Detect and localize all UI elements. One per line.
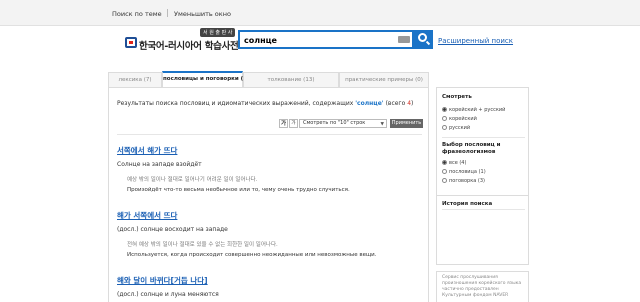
list-item: 해와 달이 바뀌다[거듭 나다] (досл.) солнце и луна м… (117, 275, 422, 298)
filter-option-label: все (4) (449, 160, 467, 166)
tab-examples[interactable]: практические примеры (0) (339, 72, 429, 87)
summary-query: 'солнце' (355, 100, 384, 107)
logo-name: 한국어-러시아어 학습사전 (139, 41, 239, 52)
view-options-title: Смотреть (442, 94, 472, 100)
search-icon-handle (425, 40, 431, 46)
tab-proverbs[interactable]: пословицы и поговорки (4) (162, 71, 250, 87)
view-option-label: корейский (449, 116, 477, 122)
view-option-label: корейский + русский (449, 107, 506, 113)
advanced-search-link[interactable]: Расширенный поиск (438, 37, 513, 45)
filter-option-label: пословица (1) (449, 169, 486, 175)
filter-option-label: поговорка (3) (449, 178, 485, 184)
radio-button[interactable] (442, 178, 447, 183)
search-button[interactable] (414, 30, 433, 49)
entry-example-korean: 예상 밖의 일이나 절대로 일어나기 어려운 일이 일어나다. (127, 177, 258, 183)
radio-button[interactable] (442, 160, 447, 165)
sidebar-divider (442, 209, 525, 210)
entry-meaning: (досл.) солнце и луна меняются (117, 291, 219, 298)
search-input[interactable] (244, 34, 394, 46)
entry-example-russian: Произойдёт что-то весьма необычное или т… (127, 187, 350, 193)
rows-per-page-select[interactable]: Смотреть по "10" строк ▼ (299, 119, 387, 128)
search-history-panel: История поиска (436, 195, 529, 265)
chevron-down-icon: ▼ (380, 122, 384, 127)
entry-example-russian: Используется, когда происходит совершенн… (127, 252, 377, 258)
filter-option-all[interactable]: все (4) (442, 160, 466, 166)
font-size-large-button[interactable]: 가 (279, 119, 288, 128)
entry-example-korean: 전혀 예상 밖의 일이나 절대로 있을 수 없는 희한한 일이 일어나다. (127, 242, 278, 248)
list-item: 해가 서쪽에서 뜨다 (досл.) солнце восходит на за… (117, 210, 422, 258)
summary-count-close: ) (411, 100, 414, 107)
radio-button[interactable] (442, 116, 447, 121)
top-bar: Поиск по теме Уменьшить окно (0, 0, 640, 26)
view-option-ko-ru[interactable]: корейский + русский (442, 107, 505, 113)
logo-icon (125, 37, 137, 48)
view-option-ko[interactable]: корейский (442, 116, 477, 122)
entry-headword[interactable]: 해와 달이 바뀌다[거듭 나다] (117, 275, 422, 286)
keyboard-icon[interactable] (398, 36, 410, 43)
apply-button[interactable]: Применить (390, 119, 423, 128)
summary-text: Результаты поиска пословиц и идиоматичес… (117, 100, 354, 107)
view-option-ru[interactable]: русский (442, 125, 470, 131)
search-by-theme-link[interactable]: Поиск по теме (112, 10, 162, 18)
entry-headword[interactable]: 해가 서쪽에서 뜨다 (117, 210, 422, 221)
dictionary-logo[interactable]: 서 원 출 판 사 한국어-러시아어 학습사전 (120, 28, 239, 56)
shrink-window-link[interactable]: Уменьшить окно (174, 10, 231, 18)
tab-definitions[interactable]: толкование (13) (243, 72, 339, 87)
tab-vocabulary[interactable]: лексика (7) (108, 72, 162, 87)
entry-meaning: Солнце на западе взойдёт (117, 161, 202, 168)
list-item: 서쪽에서 해가 뜨다 Солнце на западе взойдёт 예상 밖… (117, 145, 422, 193)
summary-count-label: (всего (385, 100, 406, 107)
result-tabs: лексика (7) пословицы и поговорки (4) то… (108, 71, 429, 87)
result-summary: Результаты поиска пословиц и идиоматичес… (117, 100, 413, 107)
results-panel: Результаты поиска пословиц и идиоматичес… (108, 87, 429, 302)
radio-button[interactable] (442, 169, 447, 174)
results-divider (117, 134, 422, 135)
service-note: Сервис прослушивания произношения корейс… (442, 275, 522, 298)
logo-tagline: 서 원 출 판 사 (200, 28, 236, 37)
font-size-small-button[interactable]: 가 (289, 119, 298, 128)
service-note-panel: Сервис прослушивания произношения корейс… (436, 271, 529, 302)
sidebar-divider (442, 137, 525, 138)
filter-option-proverb[interactable]: пословица (1) (442, 169, 486, 175)
entry-headword[interactable]: 서쪽에서 해가 뜨다 (117, 145, 422, 156)
top-bar-divider (167, 9, 168, 17)
entry-meaning: (досл.) солнце восходит на западе (117, 226, 228, 233)
choose-title: Выбор пословиц и фразеологизмов (442, 142, 501, 155)
view-tools: 가 가 Смотреть по "10" строк ▼ Применить (279, 119, 425, 131)
search-box (238, 30, 414, 49)
radio-button[interactable] (442, 125, 447, 130)
filter-option-saying[interactable]: поговорка (3) (442, 178, 485, 184)
radio-button[interactable] (442, 107, 447, 112)
view-option-label: русский (449, 125, 471, 131)
search-history-title: История поиска (442, 201, 493, 207)
rows-per-page-value: Смотреть по "10" строк (303, 120, 366, 126)
